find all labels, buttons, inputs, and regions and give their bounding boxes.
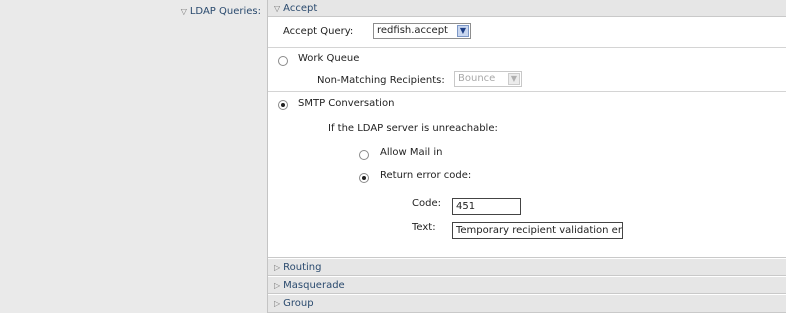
error-code-input[interactable]: 451 [452,198,521,215]
triangle-right-icon: ▷ [274,299,281,308]
masquerade-section-title: Masquerade [283,280,345,291]
smtp-conversation-radio[interactable] [278,100,288,110]
work-queue-label: Work Queue [298,53,360,64]
ldap-unreachable-label: If the LDAP server is unreachable: [328,123,498,134]
code-label: Code: [412,198,441,209]
error-code-value: 451 [456,201,476,212]
accept-query-label: Accept Query: [283,26,354,37]
work-queue-radio[interactable] [278,56,288,66]
return-error-radio[interactable] [359,173,369,183]
accept-query-value: redfish.accept [377,25,448,36]
ldap-queries-label[interactable]: ▽ LDAP Queries: [181,6,261,17]
non-matching-recipients-label: Non-Matching Recipients: [317,75,445,86]
smtp-conversation-block: SMTP Conversation If the LDAP server is … [268,92,786,258]
allow-mail-radio[interactable] [359,150,369,160]
triangle-right-icon: ▷ [274,281,281,290]
error-text-input[interactable]: Temporary recipient validation er [452,222,623,239]
group-section-title: Group [283,298,314,309]
non-matching-recipients-value: Bounce [458,73,496,84]
accept-query-select[interactable]: redfish.accept ▼ [373,23,471,39]
accept-section-title: Accept [283,3,318,14]
work-queue-row: Work Queue Non-Matching Recipients: Boun… [268,48,786,92]
allow-mail-label: Allow Mail in [380,147,443,158]
routing-section-header[interactable]: ▷ Routing [268,259,786,276]
accept-query-row: Accept Query: redfish.accept ▼ [268,17,786,48]
text-label: Text: [412,222,436,233]
non-matching-recipients-select[interactable]: Bounce ▼ [454,71,522,87]
group-section-header[interactable]: ▷ Group [268,295,786,313]
ldap-settings-panel: ▽ Accept Accept Query: redfish.accept ▼ W… [268,0,786,313]
return-error-label: Return error code: [380,170,472,181]
accept-section-header[interactable]: ▽ Accept [268,0,786,17]
triangle-down-icon: ▽ [274,4,281,13]
triangle-right-icon: ▷ [274,263,281,272]
triangle-down-icon: ▽ [180,7,187,16]
error-text-value: Temporary recipient validation er [456,225,622,236]
masquerade-section-header[interactable]: ▷ Masquerade [268,277,786,294]
smtp-conversation-label: SMTP Conversation [298,98,395,109]
routing-section-title: Routing [283,262,322,273]
ldap-queries-text: LDAP Queries: [189,6,261,17]
chevron-down-icon: ▼ [508,73,520,85]
chevron-down-icon[interactable]: ▼ [457,25,469,37]
left-label-pane: ▽ LDAP Queries: [0,0,268,313]
